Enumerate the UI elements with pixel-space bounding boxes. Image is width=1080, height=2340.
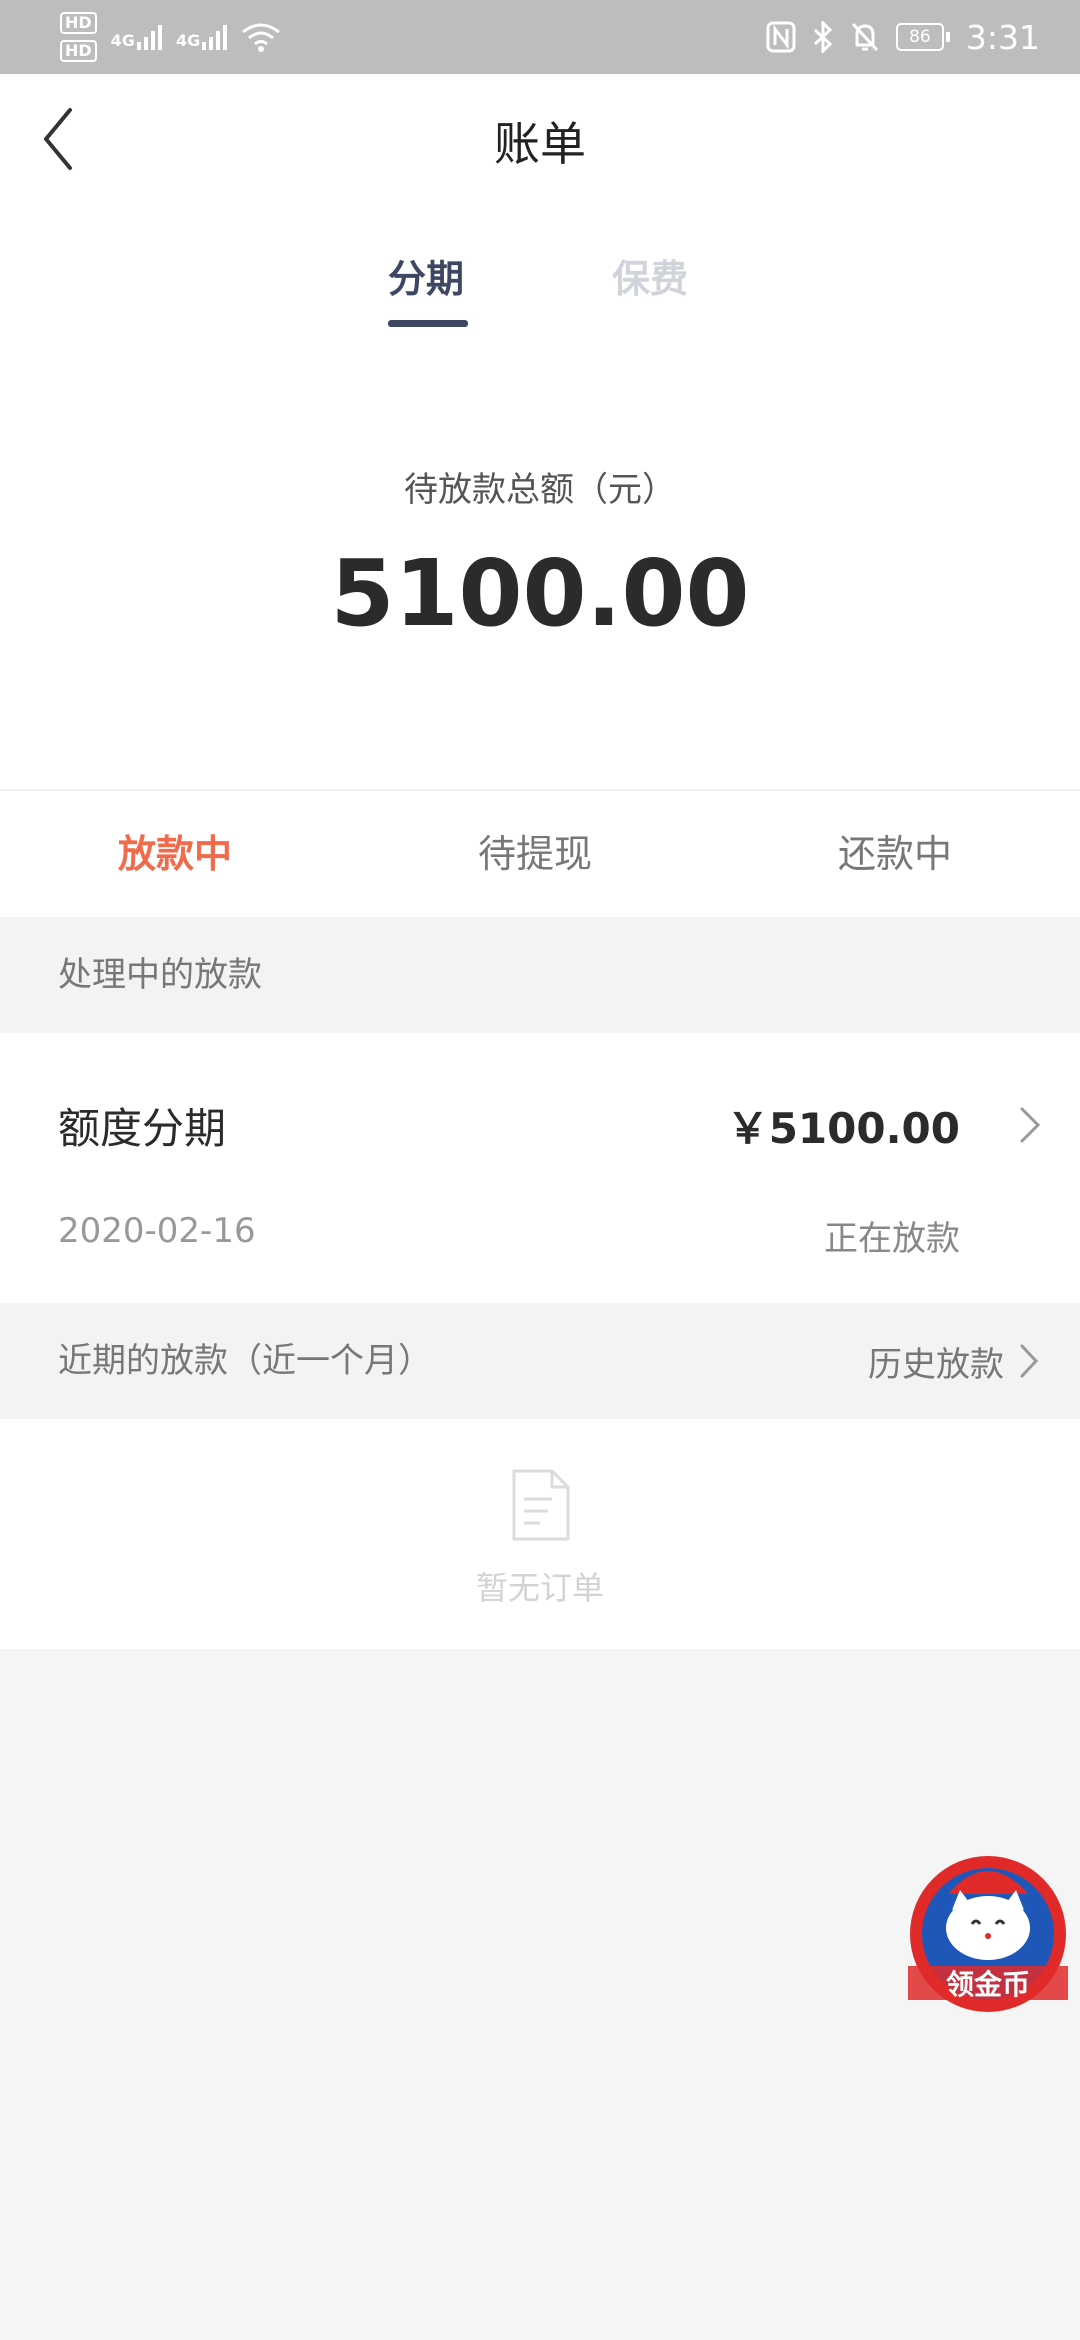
history-loans-label: 历史放款 xyxy=(868,1344,1004,1385)
battery-level: 86 xyxy=(895,23,944,51)
status-bar-right: 86 3:31 xyxy=(766,0,1040,74)
pending-total-panel: 待放款总额（元） 5100.00 xyxy=(0,334,1080,789)
processing-section-title: 处理中的放款 xyxy=(58,955,262,995)
category-tabs: 分期 保费 xyxy=(0,204,1080,334)
network-type-2: 4G xyxy=(175,31,201,50)
recent-section-header: 近期的放款（近一个月） 历史放款 xyxy=(0,1303,1080,1419)
loan-status-tabs: 放款中 待提现 还款中 xyxy=(0,790,1080,918)
network-type-1: 4G xyxy=(110,31,135,50)
loan-item-name: 额度分期 xyxy=(58,1104,227,1153)
pending-total-amount: 5100.00 xyxy=(330,540,750,647)
loan-item-amount: ￥5100.00 xyxy=(726,1104,960,1153)
signal-1: 4G xyxy=(111,24,162,50)
clock: 3:31 xyxy=(965,17,1040,57)
loan-item-status: 正在放款 xyxy=(824,1219,960,1259)
wifi-icon xyxy=(242,23,281,52)
active-tab-indicator xyxy=(388,320,468,327)
battery-icon: 86 xyxy=(895,23,950,51)
tab-disbursing[interactable]: 放款中 xyxy=(0,791,355,918)
hd-badge-bottom: HD xyxy=(60,40,97,62)
navigation-bar: 账单 xyxy=(0,74,1080,204)
tab-installment[interactable]: 分期 xyxy=(388,248,464,303)
empty-state: 暂无订单 xyxy=(0,1419,1080,1649)
tab-pending-withdrawal[interactable]: 待提现 xyxy=(355,791,715,918)
loan-item-date: 2020-02-16 xyxy=(58,1211,256,1251)
chevron-right-icon xyxy=(1020,1344,1039,1378)
hd-badge-top: HD xyxy=(60,12,97,34)
nfc-icon xyxy=(766,21,796,53)
empty-state-text: 暂无订单 xyxy=(475,1569,604,1607)
signal-bars-icon xyxy=(136,24,162,50)
hd-indicators: HD HD xyxy=(60,12,97,62)
signal-bars-icon xyxy=(202,24,228,50)
loan-item[interactable]: 额度分期 ￥5100.00 2020-02-16 正在放款 xyxy=(0,1033,1080,1303)
bluetooth-icon xyxy=(813,21,833,53)
pending-total-label: 待放款总额（元） xyxy=(404,470,676,510)
status-bar-left: HD HD 4G 4G xyxy=(60,6,281,68)
recent-section-title: 近期的放款（近一个月） xyxy=(58,1341,432,1381)
signal-2: 4G xyxy=(175,24,228,50)
processing-section-header: 处理中的放款 xyxy=(0,917,1080,1033)
collect-coins-badge[interactable]: 领金币 xyxy=(908,1854,1068,2014)
page-title: 账单 xyxy=(494,117,586,171)
bell-muted-icon xyxy=(851,22,878,52)
tab-insurance-fee[interactable]: 保费 xyxy=(612,248,688,303)
history-loans-link[interactable]: 历史放款 xyxy=(868,1303,1040,1419)
document-icon xyxy=(512,1469,570,1541)
tab-repaying[interactable]: 还款中 xyxy=(715,791,1075,918)
chevron-right-icon xyxy=(1020,1107,1041,1143)
status-bar: HD HD 4G 4G 86 3:31 xyxy=(0,0,1080,74)
badge-label: 领金币 xyxy=(946,1968,1030,2001)
